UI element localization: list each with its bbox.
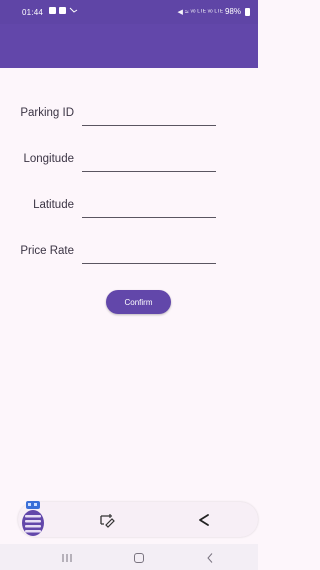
signal-icons: ◀ ≈ ᵛᵒ ᴸᵀᴱ ᵛᵒ ᴸᵀᴱ <box>177 8 223 16</box>
edit-screenshot-button[interactable] <box>95 508 119 532</box>
system-nav-bar <box>0 544 258 570</box>
app-launcher-icon[interactable] <box>20 501 46 537</box>
battery-icon <box>245 7 250 16</box>
back-icon <box>207 553 213 563</box>
recent-apps-button[interactable] <box>55 550 79 566</box>
parking-id-input[interactable] <box>82 105 216 126</box>
screenshot-toolbar <box>18 502 258 537</box>
latitude-row: Latitude <box>0 197 258 219</box>
status-bar: 01:44 ◀ ≈ ᵛᵒ ᴸᵀᴱ ᵛᵒ ᴸᵀᴱ 98% <box>0 0 258 24</box>
back-button[interactable] <box>198 550 222 566</box>
longitude-input[interactable] <box>82 151 216 172</box>
missed-call-icon <box>69 7 78 13</box>
parking-id-label: Parking ID <box>20 107 74 119</box>
latitude-label: Latitude <box>33 199 74 211</box>
image-icon <box>49 7 56 14</box>
system-status-icons: ◀ ≈ ᵛᵒ ᴸᵀᴱ ᵛᵒ ᴸᵀᴱ 98% <box>178 7 250 16</box>
share-icon <box>199 514 209 526</box>
status-time: 01:44 <box>22 8 44 17</box>
edit-screenshot-icon <box>100 514 115 528</box>
message-icon <box>59 7 66 14</box>
confirm-button[interactable]: Confirm <box>106 290 171 314</box>
share-button[interactable] <box>192 508 216 532</box>
latitude-input[interactable] <box>82 197 216 218</box>
home-icon <box>134 553 144 563</box>
app-bar <box>0 24 258 68</box>
recent-apps-icon <box>62 554 72 562</box>
battery-percent: 98% <box>224 7 241 16</box>
price-rate-row: Price Rate <box>0 243 258 265</box>
longitude-row: Longitude <box>0 151 258 173</box>
parking-id-row: Parking ID <box>0 105 258 127</box>
notification-icons <box>49 7 78 14</box>
price-rate-label: Price Rate <box>20 245 74 257</box>
longitude-label: Longitude <box>23 153 74 165</box>
home-button[interactable] <box>127 550 151 566</box>
price-rate-input[interactable] <box>82 243 216 264</box>
